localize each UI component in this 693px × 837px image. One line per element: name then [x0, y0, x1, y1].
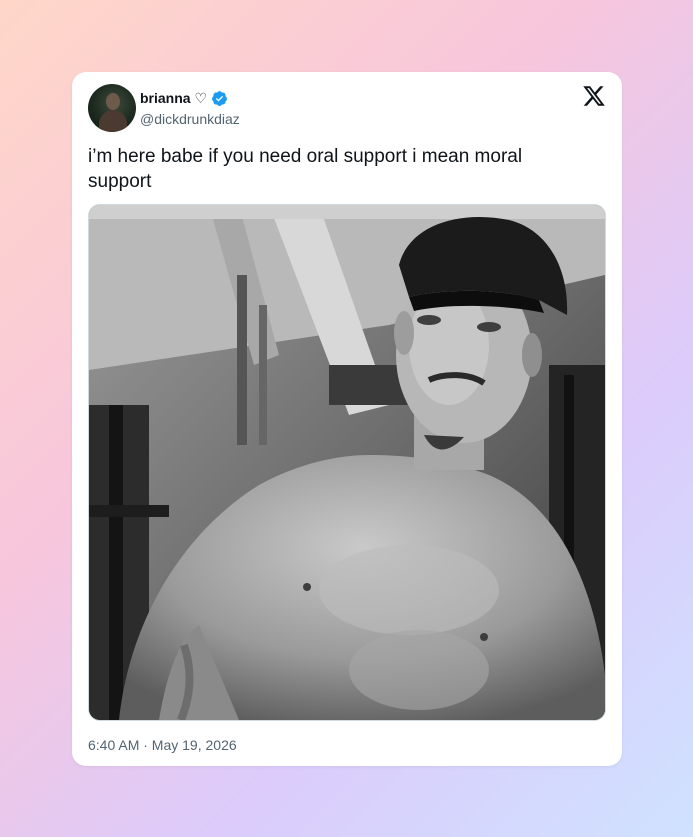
tweet-card: brianna ♡ @dickdrunkdiaz i’m here babe i…	[72, 72, 622, 766]
photo-illustration	[89, 205, 605, 720]
author-handle[interactable]: @dickdrunkdiaz	[140, 109, 240, 129]
tweet-text: i’m here babe if you need oral support i…	[88, 146, 523, 192]
author-name-row: brianna ♡	[140, 88, 228, 108]
display-name[interactable]: brianna ♡	[140, 88, 207, 108]
avatar[interactable]	[88, 84, 136, 132]
x-logo-icon[interactable]	[582, 84, 606, 108]
tweet-photo[interactable]	[88, 204, 606, 721]
verified-badge-icon	[212, 90, 227, 106]
avatar-head	[106, 93, 120, 110]
tweet-timestamp[interactable]: 6:40 AM · May 19, 2026	[88, 735, 237, 755]
avatar-body	[99, 110, 127, 132]
